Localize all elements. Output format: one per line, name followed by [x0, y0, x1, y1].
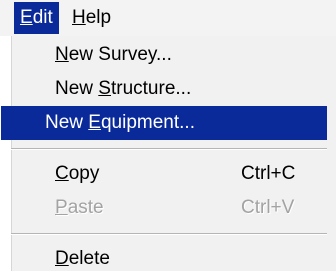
mnemonic: P: [55, 197, 68, 218]
menu-item-label: Paste: [55, 197, 104, 218]
menu-help-label-rest: elp: [85, 7, 112, 28]
mnemonic: N: [55, 44, 69, 65]
menu-item-shortcut: Ctrl+C: [241, 163, 296, 184]
mnemonic: E: [88, 112, 101, 133]
mnemonic: D: [55, 248, 69, 269]
mnemonic: C: [55, 163, 69, 184]
menu-item-shortcut: Ctrl+V: [241, 197, 295, 218]
menu-edit-mnemonic: E: [20, 7, 33, 28]
menu-item-new-structure[interactable]: New Structure...: [11, 72, 327, 106]
menu-bar: Edit Help: [0, 0, 336, 36]
menu-item-label: New Structure...: [55, 78, 192, 99]
menu-help-mnemonic: H: [72, 7, 86, 28]
menu-edit[interactable]: Edit: [14, 2, 59, 34]
mnemonic: S: [98, 78, 111, 99]
menu-item-label: Copy: [55, 163, 100, 184]
menu-item-paste: Paste Ctrl+V: [11, 191, 327, 225]
menu-separator: [11, 148, 327, 150]
menu-edit-label-rest: dit: [32, 7, 53, 28]
menu-help[interactable]: Help: [66, 2, 117, 34]
menu-item-label: New Equipment...: [45, 112, 195, 133]
menu-item-new-survey[interactable]: New Survey...: [11, 38, 327, 72]
edit-dropdown-menu: New Survey... New Structure... New Equip…: [1, 36, 336, 271]
menu-item-new-equipment[interactable]: New Equipment...: [1, 106, 327, 140]
menu-separator: [11, 233, 327, 235]
menu-item-label: New Survey...: [55, 44, 172, 65]
menu-item-copy[interactable]: Copy Ctrl+C: [11, 157, 327, 191]
